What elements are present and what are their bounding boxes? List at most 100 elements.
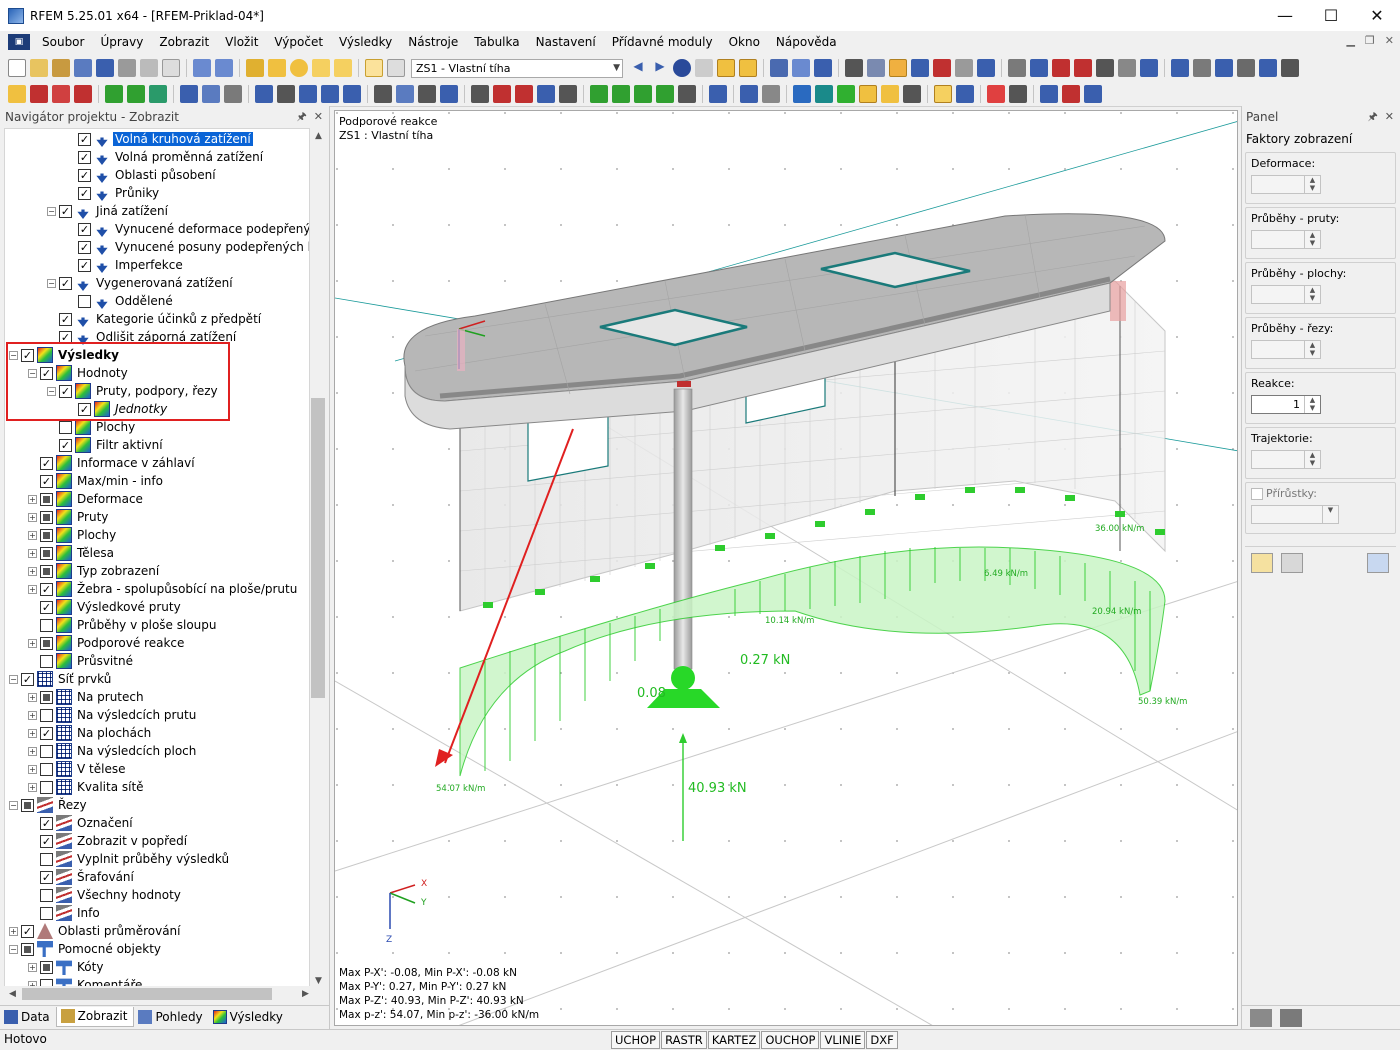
expand-icon[interactable]: +: [28, 692, 37, 702]
expand-icon[interactable]: +: [28, 566, 37, 576]
pin-icon[interactable]: 🖈: [297, 110, 307, 123]
surface-diagram-factor-spinner[interactable]: ▲ ▼: [1251, 285, 1321, 304]
iso-surface-icon[interactable]: [815, 84, 833, 103]
tree-item-checkbox[interactable]: [40, 528, 53, 542]
scroll-right-icon[interactable]: ▶: [297, 986, 314, 1003]
visibility-icon[interactable]: [678, 84, 696, 103]
trajectory-factor-spinner[interactable]: ▲ ▼: [1251, 450, 1321, 469]
mdi-restore-icon[interactable]: ❐: [1365, 34, 1375, 47]
spinner-arrows-icon[interactable]: ▲ ▼: [1304, 451, 1320, 468]
solid-icon[interactable]: [1215, 59, 1233, 77]
tree-item[interactable]: ✓ Výsledkové pruty: [28, 598, 183, 616]
section-diagram-factor-spinner[interactable]: ▲ ▼: [1251, 340, 1321, 359]
node-load-icon[interactable]: [180, 84, 198, 103]
numbering-icon[interactable]: [934, 84, 952, 103]
tree-item[interactable]: − ✓ Vygenerovaná zatížení: [47, 274, 235, 292]
select-window-icon[interactable]: [493, 84, 511, 103]
menu-pridavne-moduly[interactable]: Přídavné moduly: [604, 31, 721, 53]
expand-icon[interactable]: +: [28, 782, 37, 792]
tree-item[interactable]: − ✓ Síť prvků: [9, 670, 113, 688]
cut-icon[interactable]: [1030, 59, 1048, 77]
tree-item-checkbox[interactable]: [40, 708, 53, 722]
coordinate-icon[interactable]: [740, 84, 758, 103]
tree-item[interactable]: + Typ zobrazení: [28, 562, 161, 580]
tree-item[interactable]: + ✓ Na plochách: [28, 724, 153, 742]
save-icon[interactable]: [96, 59, 114, 77]
toggle-kartez[interactable]: KARTEZ: [707, 1031, 761, 1049]
tree-item-checkbox[interactable]: [40, 654, 53, 668]
free-load-icon[interactable]: [299, 84, 317, 103]
tree-item-checkbox[interactable]: ✓: [78, 222, 91, 236]
shading-icon[interactable]: [837, 84, 855, 103]
menu-nastroje[interactable]: Nástroje: [400, 31, 466, 53]
tree-item-checkbox[interactable]: ✓: [40, 582, 53, 596]
mdi-minimize-icon[interactable]: ▁: [1346, 34, 1354, 47]
show-results-icon[interactable]: [673, 59, 691, 77]
copy-icon[interactable]: [537, 84, 555, 103]
tree-item-checkbox[interactable]: [40, 906, 53, 920]
view-x-icon[interactable]: [1259, 59, 1277, 77]
maximize-button[interactable]: ☐: [1308, 0, 1354, 31]
generated-load-icon[interactable]: [343, 84, 361, 103]
tree-item-checkbox[interactable]: [40, 852, 53, 866]
find-icon[interactable]: [290, 59, 308, 77]
spinner-arrows-icon[interactable]: ▲ ▼: [1304, 231, 1320, 248]
expand-icon[interactable]: +: [28, 530, 37, 540]
settings-icon[interactable]: [1140, 59, 1158, 77]
print-graphic-icon[interactable]: [140, 59, 158, 77]
menu-tabulka[interactable]: Tabulka: [466, 31, 527, 53]
expand-icon[interactable]: +: [28, 710, 37, 720]
print-icon[interactable]: [118, 59, 136, 77]
tree-item[interactable]: + Na výsledcích ploch: [28, 742, 198, 760]
layout-icon[interactable]: [903, 84, 921, 103]
tree-item[interactable]: ✓ Vynucené posuny podepřených linií: [66, 238, 309, 256]
menu-nastaveni[interactable]: Nastavení: [528, 31, 604, 53]
expand-icon[interactable]: +: [28, 962, 37, 972]
tree-item[interactable]: + Kóty: [28, 958, 105, 976]
tree-item[interactable]: ✓ Zobrazit v popředí: [28, 832, 189, 850]
intersect-icon[interactable]: [1096, 59, 1114, 77]
tree-item[interactable]: + ✓ Oblasti průměrování: [9, 922, 183, 940]
menu-vypocet[interactable]: Výpočet: [266, 31, 331, 53]
tree-item[interactable]: − ✓ Jiná zatížení: [47, 202, 170, 220]
tree-item-checkbox[interactable]: ✓: [59, 276, 72, 290]
tree-item[interactable]: Průběhy v ploše sloupu: [28, 616, 219, 634]
expand-icon[interactable]: +: [28, 638, 37, 648]
line-load-icon[interactable]: [224, 84, 242, 103]
tree-item-checkbox[interactable]: ✓: [59, 438, 72, 452]
increments-checkbox[interactable]: Přírůstky:: [1251, 487, 1317, 500]
tree-item-checkbox[interactable]: ✓: [78, 168, 91, 182]
mesh-select-icon[interactable]: [867, 59, 885, 77]
increments-checkbox-box[interactable]: [1251, 487, 1263, 500]
tree-item-checkbox[interactable]: ✓: [59, 204, 72, 218]
wireframe-icon[interactable]: [1193, 59, 1211, 77]
expand-icon[interactable]: +: [28, 584, 37, 594]
grid-table-icon[interactable]: [387, 59, 405, 77]
expand-icon[interactable]: +: [28, 494, 37, 504]
panel-close-icon[interactable]: ✕: [1385, 110, 1394, 123]
scroll-left-icon[interactable]: ◀: [4, 986, 21, 1003]
edit-icon[interactable]: [246, 59, 264, 77]
tree-item-checkbox[interactable]: [40, 492, 53, 506]
display-icon[interactable]: [709, 84, 727, 103]
menu-upravy[interactable]: Úpravy: [92, 31, 151, 53]
tree-item[interactable]: Průsvitné: [28, 652, 135, 670]
tree-item[interactable]: + Podporové reakce: [28, 634, 186, 652]
tree-item[interactable]: + Na prutech: [28, 688, 146, 706]
toggle-dxf[interactable]: DXF: [866, 1031, 898, 1049]
filter-icon[interactable]: [1009, 84, 1027, 103]
menu-okno[interactable]: Okno: [721, 31, 768, 53]
imposed-deformation-icon[interactable]: [321, 84, 339, 103]
tree-item-checkbox[interactable]: ✓: [78, 240, 91, 254]
tree-item[interactable]: ✓ Vynucené deformace podepřených uzlů: [66, 220, 309, 238]
axes-icon[interactable]: [911, 59, 929, 77]
tree-item[interactable]: ✓ Šrafování: [28, 868, 136, 886]
zoom-icon[interactable]: [268, 59, 286, 77]
graphic-print-icon[interactable]: [1062, 84, 1080, 103]
scroll-thumb[interactable]: [311, 398, 325, 698]
tree-item[interactable]: Vyplnit průběhy výsledků: [28, 850, 231, 868]
results-icon[interactable]: [334, 59, 352, 77]
balance-icon[interactable]: [1250, 1008, 1272, 1027]
toggle-ouchop[interactable]: OUCHOP: [761, 1031, 820, 1049]
view-front-icon[interactable]: [634, 84, 652, 103]
